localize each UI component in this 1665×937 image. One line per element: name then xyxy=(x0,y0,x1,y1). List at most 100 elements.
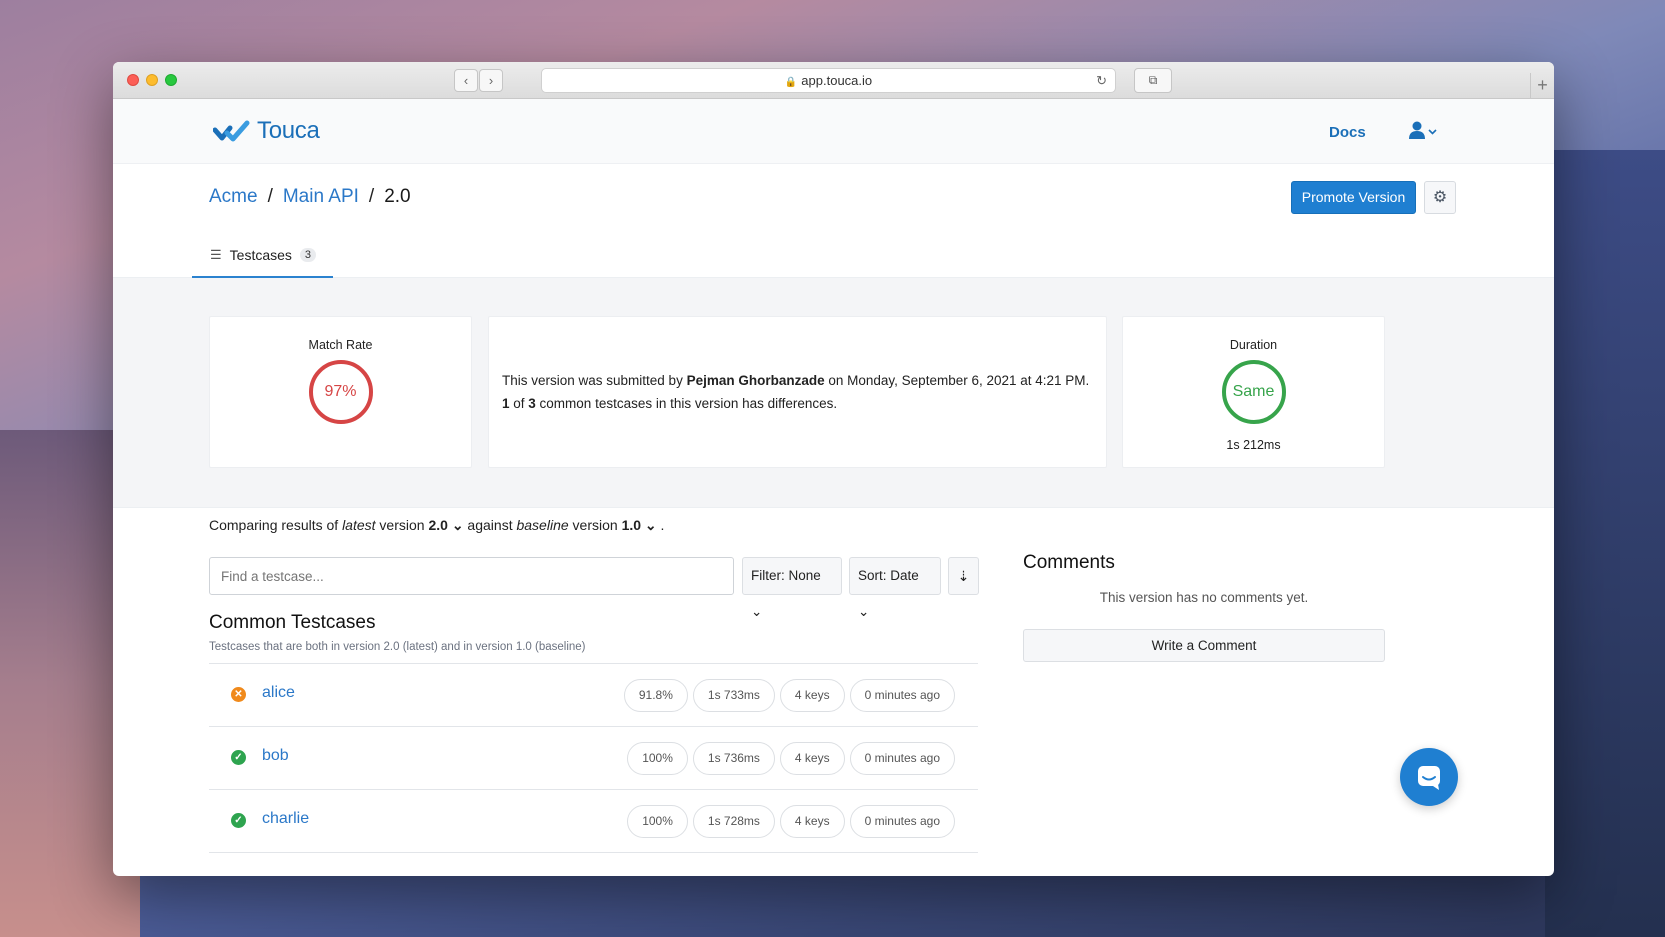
reload-icon[interactable]: ↻ xyxy=(1096,69,1107,92)
baseline-version-select[interactable]: 1.0 ⌄ xyxy=(622,517,657,533)
plus-icon[interactable]: + xyxy=(1530,73,1554,98)
testcase-search-input[interactable] xyxy=(209,557,734,595)
list-icon: ☰ xyxy=(210,247,222,262)
touca-logo-icon xyxy=(213,120,250,142)
latest-version-value: 2.0 xyxy=(428,517,448,533)
testcase-metrics: 100% 1s 736ms 4 keys 0 minutes ago xyxy=(627,742,955,775)
chat-icon xyxy=(1418,766,1440,790)
logo[interactable]: Touca xyxy=(213,117,320,145)
testcase-name-link[interactable]: alice xyxy=(262,684,295,702)
logo-text: Touca xyxy=(257,117,320,144)
breadcrumb-separator: / xyxy=(368,186,375,207)
keys-pill: 4 keys xyxy=(779,805,845,838)
compare-against: against xyxy=(463,517,517,533)
submitted-text-1: This version was submitted by xyxy=(502,373,687,388)
common-testcases-title: Common Testcases xyxy=(209,612,376,633)
fail-status-icon: ✕ xyxy=(231,687,246,702)
diff-text: common testcases in this version has dif… xyxy=(535,396,838,411)
docs-link[interactable]: Docs xyxy=(1329,124,1366,141)
common-testcases-subtitle: Testcases that are both in version 2.0 (… xyxy=(209,641,586,653)
table-row[interactable]: ✓ bob 100% 1s 736ms 4 keys 0 minutes ago xyxy=(209,727,978,790)
diff-count: 1 xyxy=(502,396,510,411)
chevron-down-icon: ⌄ xyxy=(644,517,657,533)
lock-icon: 🔒 xyxy=(784,77,798,88)
testcase-name-link[interactable]: charlie xyxy=(262,810,309,828)
testcase-name-link[interactable]: bob xyxy=(262,747,289,765)
testcase-list: ✕ alice 91.8% 1s 733ms 4 keys 0 minutes … xyxy=(209,663,978,853)
latest-version-select[interactable]: 2.0 ⌄ xyxy=(428,517,463,533)
comments-title: Comments xyxy=(1023,552,1115,573)
chevron-left-icon[interactable]: ‹ xyxy=(454,69,478,92)
runtime-pill: 1s 736ms xyxy=(692,742,775,775)
submitted-ago-pill: 0 minutes ago xyxy=(849,679,955,712)
sort-dropdown[interactable]: Sort: Date ⌄ xyxy=(849,557,941,619)
testcase-metrics: 100% 1s 728ms 4 keys 0 minutes ago xyxy=(627,805,955,838)
submitter-name: Pejman Ghorbanzade xyxy=(686,373,825,388)
submitted-ago-pill: 0 minutes ago xyxy=(849,742,955,775)
keys-pill: 4 keys xyxy=(779,742,845,775)
sort-order-button[interactable]: ⇣ xyxy=(948,557,979,595)
breadcrumb-separator: / xyxy=(267,186,273,207)
diff-summary-text: 1 of 3 common testcases in this version … xyxy=(489,392,1106,415)
tabs-icon[interactable]: ⧉ xyxy=(1134,68,1172,93)
duration-card: Duration Same 1s 212ms xyxy=(1122,316,1385,468)
no-comments-text: This version has no comments yet. xyxy=(1099,590,1309,605)
compare-baseline-word: baseline xyxy=(516,517,569,533)
filter-label: Filter: None xyxy=(751,568,821,583)
match-rate-value: 97% xyxy=(324,383,357,400)
filter-dropdown[interactable]: Filter: None ⌄ xyxy=(742,557,842,619)
chevron-down-icon: ⌄ xyxy=(858,604,870,619)
duration-value: Same xyxy=(1232,383,1275,400)
match-rate-title: Match Rate xyxy=(308,338,373,352)
tab-label: Testcases xyxy=(229,247,292,263)
match-score-pill: 100% xyxy=(627,742,688,775)
address-bar[interactable]: 🔒 app.touca.io ↻ xyxy=(541,68,1116,93)
background-landscape-right xyxy=(1545,150,1665,937)
duration-ring: Same xyxy=(1221,360,1286,424)
submission-text: This version was submitted by Pejman Gho… xyxy=(489,369,1106,392)
compare-prefix: Comparing results of xyxy=(209,517,343,533)
submitted-ago-pill: 0 minutes ago xyxy=(849,805,955,838)
diff-of: of xyxy=(509,396,529,411)
submission-info-card: This version was submitted by Pejman Gho… xyxy=(488,316,1107,468)
user-icon xyxy=(1409,121,1437,139)
page-header: Acme / Main API / 2.0 Promote Version ⚙ ☰ Te… xyxy=(113,164,1554,278)
write-comment-button[interactable]: Write a Comment xyxy=(1023,629,1385,662)
comparison-line: Comparing results of latest version 2.0 … xyxy=(209,517,664,534)
match-rate-card: Match Rate 97% xyxy=(209,316,472,468)
minimize-window-button[interactable] xyxy=(146,74,158,86)
sort-descending-icon: ⇣ xyxy=(957,568,970,584)
breadcrumb-suite[interactable]: Main API xyxy=(283,186,359,207)
url-text: app.touca.io xyxy=(801,73,873,88)
runtime-pill: 1s 728ms xyxy=(692,805,775,838)
maximize-window-button[interactable] xyxy=(165,74,177,86)
breadcrumb-team[interactable]: Acme xyxy=(209,186,258,207)
pass-status-icon: ✓ xyxy=(231,750,246,765)
runtime-pill: 1s 733ms xyxy=(692,679,775,712)
baseline-version-value: 1.0 xyxy=(621,517,642,533)
chevron-down-icon: ⌄ xyxy=(751,604,763,619)
chevron-right-icon[interactable]: › xyxy=(479,69,503,92)
compare-latest-word: latest xyxy=(342,517,376,533)
chat-launcher-button[interactable] xyxy=(1400,748,1458,806)
tab-count-badge: 3 xyxy=(299,248,317,262)
chevron-down-icon: ⌄ xyxy=(451,517,464,533)
user-menu[interactable] xyxy=(1409,121,1437,146)
testcase-metrics: 91.8% 1s 733ms 4 keys 0 minutes ago xyxy=(623,679,955,712)
table-row[interactable]: ✕ alice 91.8% 1s 733ms 4 keys 0 minutes … xyxy=(209,664,978,727)
match-score-pill: 100% xyxy=(627,805,688,838)
close-window-button[interactable] xyxy=(127,74,139,86)
breadcrumb-version: 2.0 xyxy=(384,186,411,207)
version-summary: Match Rate 97% This version was submitte… xyxy=(113,278,1554,508)
keys-pill: 4 keys xyxy=(779,679,845,712)
tab-testcases[interactable]: ☰ Testcases 3 xyxy=(192,234,333,278)
match-rate-ring: 97% xyxy=(308,360,373,424)
table-row[interactable]: ✓ charlie 100% 1s 728ms 4 keys 0 minutes… xyxy=(209,790,978,853)
top-navigation: Touca Docs xyxy=(113,99,1554,164)
settings-button[interactable]: ⚙ xyxy=(1424,181,1456,214)
sort-label: Sort: Date xyxy=(858,568,919,583)
pass-status-icon: ✓ xyxy=(231,813,246,828)
compare-suffix: . xyxy=(656,517,665,533)
browser-window: ‹ › 🔒 app.touca.io ↻ ⧉ + Touca Docs Acme… xyxy=(113,62,1554,876)
promote-version-button[interactable]: Promote Version xyxy=(1291,181,1416,214)
